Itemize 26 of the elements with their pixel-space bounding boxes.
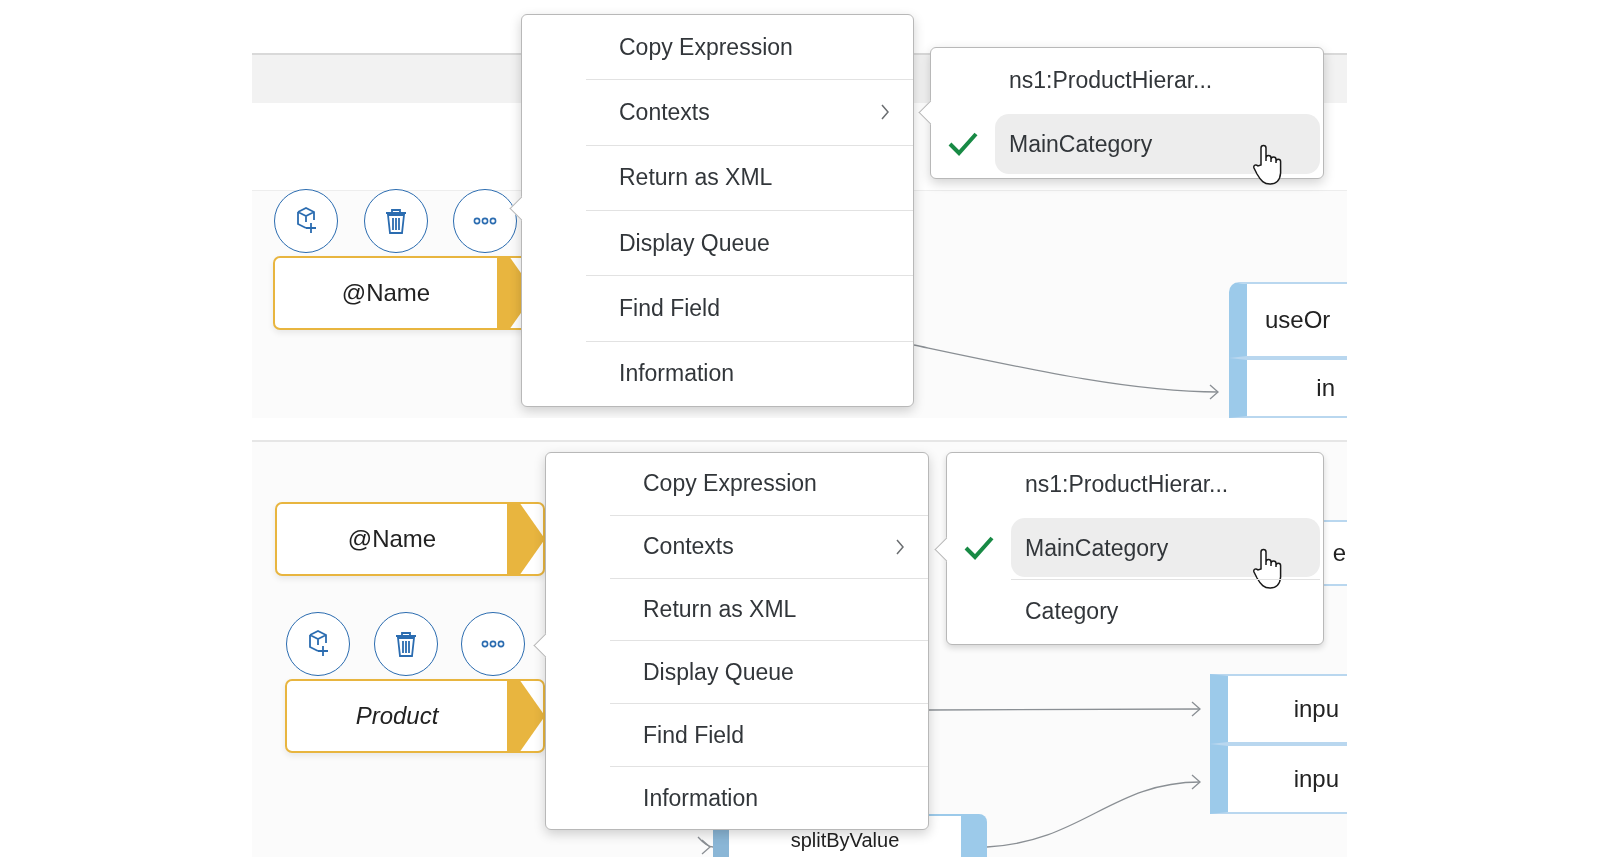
menu-item[interactable]: Display Queue bbox=[610, 640, 928, 704]
node-label: in bbox=[1316, 374, 1335, 402]
node-label: @Name bbox=[340, 279, 432, 307]
menu-item[interactable]: Contexts bbox=[610, 514, 928, 578]
menu-item[interactable]: Find Field bbox=[586, 275, 913, 341]
submenu-item[interactable]: Category bbox=[1011, 579, 1320, 642]
node-label: e bbox=[1332, 539, 1346, 567]
menu-item[interactable]: Contexts bbox=[586, 79, 913, 145]
submenu-item[interactable]: ns1:ProductHierar... bbox=[1011, 453, 1320, 516]
submenu-item[interactable]: ns1:ProductHierar... bbox=[995, 48, 1320, 112]
menu-item[interactable]: Return as XML bbox=[610, 577, 928, 641]
node-label: splitByValue bbox=[790, 830, 900, 850]
menu-item[interactable]: Copy Expression bbox=[610, 453, 928, 515]
menu-item[interactable]: Return as XML bbox=[586, 144, 913, 210]
source-node[interactable]: Product bbox=[285, 679, 545, 753]
node-label: inpu bbox=[1293, 765, 1339, 793]
source-node[interactable]: @Name bbox=[275, 502, 545, 576]
node-label: @Name bbox=[346, 525, 438, 553]
menu-item[interactable]: Information bbox=[586, 340, 913, 406]
node-label: useOr bbox=[1265, 306, 1331, 334]
menu-item[interactable]: Find Field bbox=[610, 703, 928, 767]
node-label: inpu bbox=[1293, 695, 1339, 723]
node-label: Product bbox=[354, 702, 440, 730]
menu-item[interactable]: Information bbox=[610, 766, 928, 829]
menu-item[interactable]: Display Queue bbox=[586, 210, 913, 276]
menu-item[interactable]: Copy Expression bbox=[586, 15, 913, 80]
